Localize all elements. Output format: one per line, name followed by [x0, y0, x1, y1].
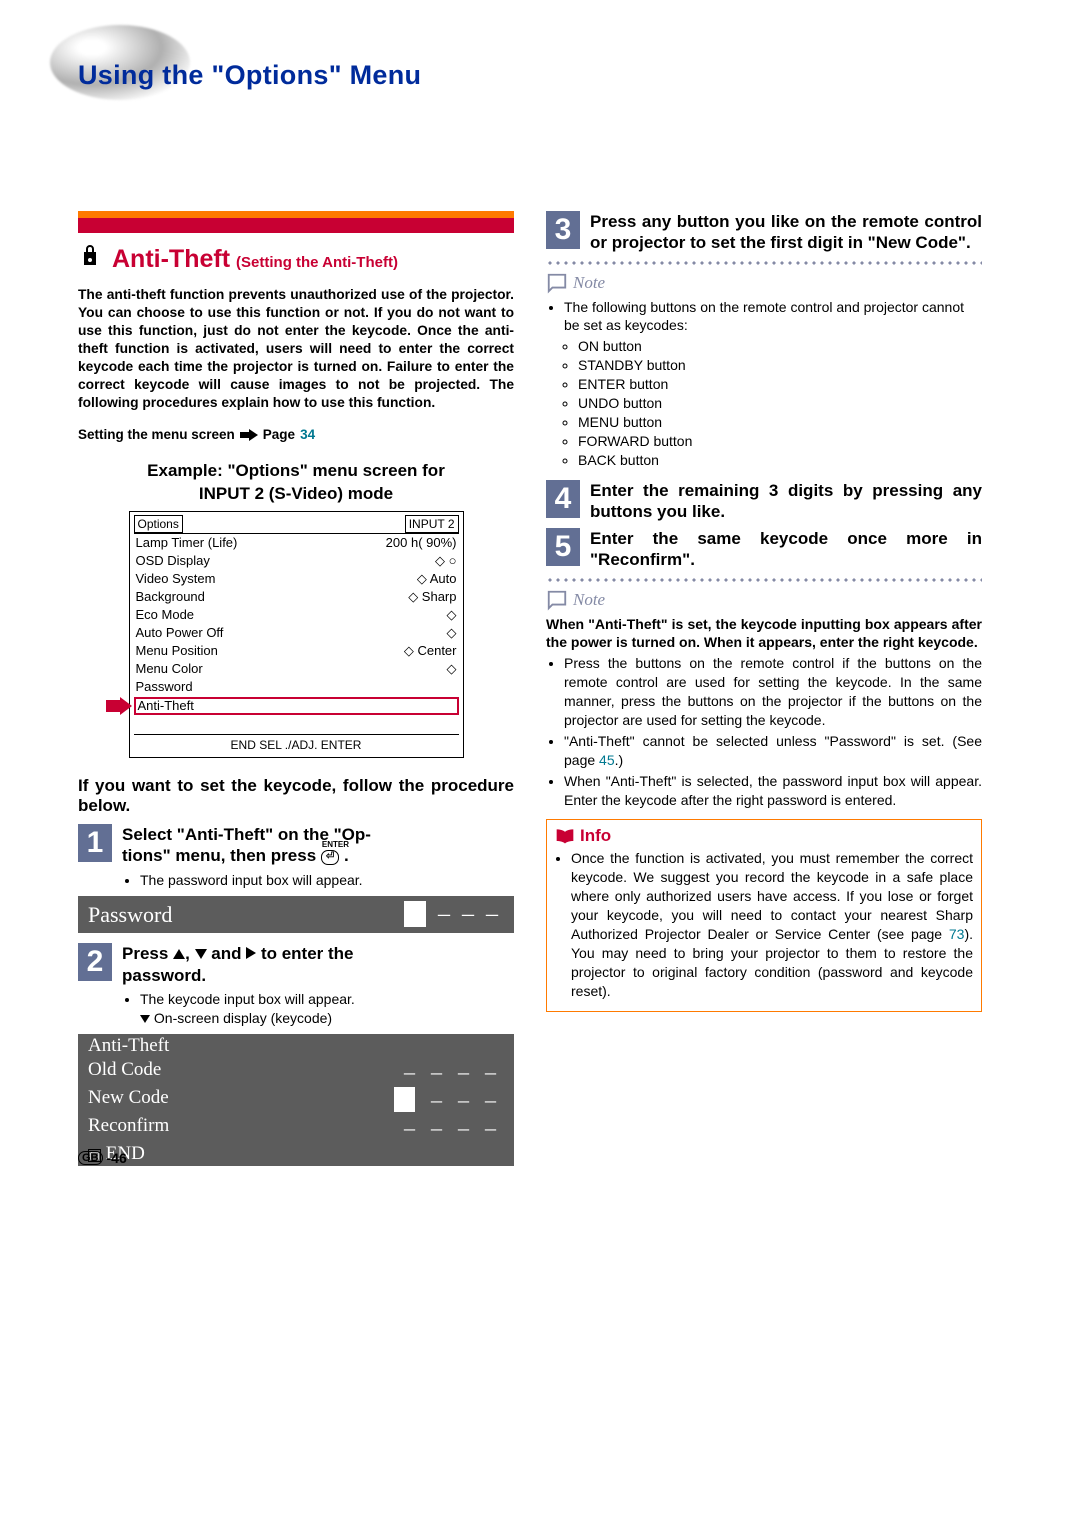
- password-label: Password: [88, 902, 172, 928]
- anti-theft-box: Anti-Theft Old Code–––– New Code–––– Rec…: [78, 1034, 514, 1166]
- menu-tab-label: Options: [134, 515, 183, 533]
- arrow-right-icon: [240, 428, 258, 442]
- enter-button-icon: ⏎: [321, 850, 339, 865]
- menu-footer: END SEL ./ADJ. ENTER: [134, 734, 459, 753]
- section-title: Anti-Theft (Setting the Anti-Theft): [78, 243, 514, 274]
- step-number: 5: [546, 528, 580, 566]
- menu-pointer-icon: [106, 697, 132, 715]
- step-1: 1 Select "Anti-Theft" on the "Op-tions" …: [78, 824, 514, 890]
- down-arrow-icon: [195, 949, 207, 959]
- note-header: Note: [546, 589, 982, 611]
- step-number: 3: [546, 211, 580, 249]
- page-link[interactable]: 73: [949, 926, 965, 942]
- menu-input-label: INPUT 2: [405, 515, 459, 533]
- note-header: Note: [546, 272, 982, 294]
- step-number: 4: [546, 480, 580, 518]
- step-number: 1: [78, 824, 112, 862]
- note-body-2: When "Anti-Theft" is set, the keycode in…: [546, 615, 982, 810]
- dotted-rule: [546, 260, 982, 266]
- anti-theft-title: Anti-Theft: [88, 1035, 169, 1057]
- section-main: Anti-Theft: [112, 245, 230, 274]
- step-5: 5 Enter the same keycode once more in "R…: [546, 528, 982, 571]
- password-dashes: ––––: [398, 901, 504, 928]
- example-header: Example: "Options" menu screen for INPUT…: [78, 460, 514, 504]
- options-menu-screenshot: Options INPUT 2 Lamp Timer (Life)200 h( …: [129, 511, 464, 758]
- procedure-text: If you want to set the keycode, follow t…: [78, 776, 514, 816]
- intro-text: The anti-theft function prevents unautho…: [78, 286, 514, 411]
- page-link[interactable]: 45: [599, 752, 615, 768]
- note-icon: [546, 589, 568, 611]
- book-icon: [555, 827, 575, 845]
- page-title: Using the "Options" Menu: [78, 60, 1002, 91]
- info-box: Info Once the function is activated, you…: [546, 819, 982, 1011]
- page-number: GB -46: [78, 1150, 127, 1166]
- info-header: Info: [555, 826, 973, 846]
- lock-icon: [78, 243, 102, 267]
- step-2: 2 Press , and to enter the password. The…: [78, 943, 514, 1025]
- up-arrow-icon: [173, 949, 185, 959]
- section-banner: [78, 211, 514, 233]
- password-box: Password ––––: [78, 896, 514, 933]
- down-arrow-icon: [140, 1015, 150, 1023]
- section-sub: (Setting the Anti-Theft): [236, 254, 398, 271]
- step-3: 3 Press any button you like on the remot…: [546, 211, 982, 254]
- right-arrow-icon: [246, 947, 256, 959]
- note-body-1: The following buttons on the remote cont…: [546, 298, 982, 470]
- note-icon: [546, 272, 568, 294]
- step-4: 4 Enter the remaining 3 digits by pressi…: [546, 480, 982, 523]
- menu-highlight-row: Anti-Theft: [134, 697, 459, 715]
- dotted-rule: [546, 577, 982, 583]
- setting-line: Setting the menu screen Page 34: [78, 427, 514, 442]
- step-number: 2: [78, 943, 112, 981]
